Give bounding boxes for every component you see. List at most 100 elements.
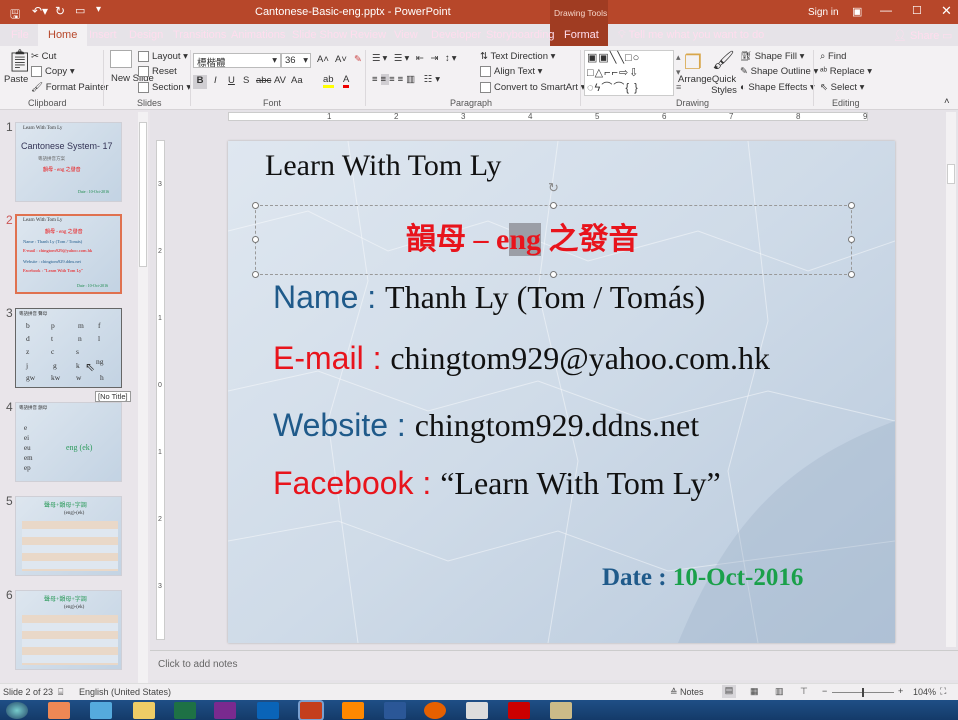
shadow-button[interactable]: S [243, 75, 249, 86]
scroll-thumb[interactable] [139, 122, 147, 267]
tab-home[interactable]: Home [38, 24, 88, 46]
date-line[interactable]: Date : 10-Oct-2016 [602, 564, 803, 592]
slide-sorter-icon[interactable]: ▦ [750, 686, 759, 697]
sign-in-link[interactable]: Sign in [808, 7, 839, 18]
slideshow-icon[interactable]: ⊤ [800, 686, 808, 697]
slide-thumbnail-6[interactable]: 聲母+韻母+字調 (eng)-(ek) [15, 590, 122, 670]
close-icon[interactable]: ✕ [941, 3, 952, 19]
website-line[interactable]: Website : chingtom929.ddns.net [273, 407, 699, 444]
underline-button[interactable]: U [228, 75, 235, 86]
quick-styles-icon[interactable]: 🖌︎ [712, 50, 735, 71]
tab-insert[interactable]: Insert [89, 29, 117, 41]
slide-thumbnail-4[interactable]: 粵語拼音 韻母 e ei eu em ep eng (ek) [15, 402, 122, 482]
tab-animations[interactable]: Animations [231, 29, 285, 41]
clear-formatting-icon[interactable]: ✎ [354, 54, 362, 65]
shapes-gallery[interactable]: ▣▣╲╲□○ □△⌐⌐⇨⇩ ◌ϟ⌒⌒{ } [584, 50, 674, 96]
arrange-button[interactable]: Arrange [678, 74, 712, 85]
collapse-ribbon-icon[interactable]: ˄ [944, 96, 950, 107]
powerpoint-icon[interactable] [300, 702, 322, 719]
list-buttons[interactable]: ☰▾ ☰▾ ⇤ ⇥ ↕▾ [372, 53, 459, 64]
reset-button[interactable]: Reset [138, 66, 177, 77]
normal-view-icon[interactable]: ▤ [722, 685, 736, 698]
tab-review[interactable]: Review [350, 29, 386, 41]
word-icon[interactable] [384, 702, 406, 719]
notepadpp-icon[interactable] [550, 702, 572, 719]
resize-handle[interactable] [252, 202, 259, 209]
firefox-icon[interactable] [424, 702, 446, 719]
convert-smartart-button[interactable]: Convert to SmartArt ▾ [480, 82, 585, 93]
slide-title[interactable]: Learn With Tom Ly [265, 149, 501, 183]
vlc-icon[interactable] [342, 702, 364, 719]
resize-handle[interactable] [252, 271, 259, 278]
undo-icon[interactable]: ↶▾ [32, 4, 48, 18]
tab-view[interactable]: View [394, 29, 418, 41]
tab-file[interactable]: File [11, 29, 29, 41]
tab-transitions[interactable]: Transitions [173, 29, 226, 41]
redo-icon[interactable]: ↻ [55, 4, 65, 18]
format-painter-button[interactable]: 🖌︎ Format Painter [31, 82, 109, 93]
ribbon-display-icon[interactable]: ▣ [852, 5, 862, 18]
select-button[interactable]: ⇖ Select ▾ [820, 82, 864, 93]
layout-button[interactable]: Layout ▾ [138, 51, 188, 62]
tab-slide-show[interactable]: Slide Show [292, 29, 347, 41]
tell-me-search[interactable]: 💡︎ Tell me what you want to do [618, 29, 764, 42]
name-line[interactable]: Name : Thanh Ly (Tom / Tomás) [273, 279, 705, 316]
quick-styles-button[interactable]: Quick Styles [709, 74, 739, 96]
slide-heading[interactable]: 韻母 – eng 之發音 [406, 214, 639, 258]
horizontal-ruler[interactable]: 1 2 3 4 5 6 7 8 9 [228, 112, 868, 121]
change-case-button[interactable]: Aa [291, 75, 303, 86]
minimize-icon[interactable]: — [880, 3, 892, 17]
font-color-icon[interactable]: A [343, 74, 350, 88]
font-name-select[interactable]: 標楷體 ▾ [193, 53, 281, 69]
decrease-font-icon[interactable]: A˅ [335, 54, 347, 65]
excel-icon[interactable] [174, 702, 196, 719]
section-button[interactable]: Section ▾ [138, 82, 191, 93]
alignment-buttons[interactable]: ≡≡≡≡▥ ☷▾ [372, 74, 443, 85]
rotate-handle-icon[interactable]: ↻ [548, 180, 559, 196]
start-slideshow-icon[interactable]: ▭ [75, 4, 85, 17]
highlight-icon[interactable]: ab [323, 74, 334, 88]
shape-outline-button[interactable]: ✎ Shape Outline ▾ [740, 66, 818, 77]
zoom-slider[interactable] [832, 688, 894, 697]
zoom-level[interactable]: 104% [913, 687, 936, 697]
cut-button[interactable]: ✂ Cut [31, 51, 56, 62]
bird-app-icon[interactable] [90, 702, 112, 719]
outlook-icon[interactable] [257, 702, 279, 719]
slide-thumbnail-1[interactable]: Learn With Tom Ly Cantonese System- 17 粵… [15, 122, 122, 202]
email-line[interactable]: E-mail : chingtom929@yahoo.com.hk [273, 340, 770, 377]
selected-textbox[interactable]: ↻ 韻母 – eng 之發音 [252, 180, 855, 278]
facebook-line[interactable]: Facebook : “Learn With Tom Ly” [273, 465, 721, 502]
scroll-thumb[interactable] [947, 164, 955, 184]
start-button-icon[interactable] [6, 702, 28, 719]
fit-to-window-icon[interactable]: ⛶ [940, 686, 946, 697]
reading-view-icon[interactable]: ▥ [775, 686, 784, 697]
notes-button[interactable]: ≙ Notes [670, 687, 704, 698]
replace-button[interactable]: ᵃᵇ Replace ▾ [820, 66, 872, 77]
zoom-in-button[interactable]: + [898, 686, 903, 696]
share-button[interactable]: 👤︎ Share [893, 29, 939, 42]
spell-check-icon[interactable]: ⌸ [58, 687, 63, 698]
comments-icon[interactable]: ▭ [942, 29, 952, 42]
vertical-ruler[interactable]: 3 2 1 0 1 2 3 [156, 140, 165, 640]
filezilla-icon[interactable] [508, 702, 530, 719]
slide-canvas[interactable]: Learn With Tom Ly ↻ 韻母 – eng 之發音 Name : … [228, 141, 895, 643]
resize-handle[interactable] [550, 202, 557, 209]
resize-handle[interactable] [848, 202, 855, 209]
slide-thumbnail-5[interactable]: 聲母+韻母+字調 (eng)-(ek) [15, 496, 122, 576]
thumbnails-scrollbar[interactable] [138, 112, 148, 683]
character-spacing-button[interactable]: AV [274, 75, 286, 86]
resize-handle[interactable] [550, 271, 557, 278]
tab-storyboarding[interactable]: Storyboarding [486, 29, 555, 41]
italic-button[interactable]: I [214, 75, 217, 86]
shape-fill-button[interactable]: ⛽︎ Shape Fill ▾ [740, 51, 804, 62]
customize-qat-icon[interactable]: ▾ [96, 4, 101, 15]
resize-handle[interactable] [848, 271, 855, 278]
notes-pane[interactable]: Click to add notes [150, 650, 958, 680]
resize-handle[interactable] [252, 236, 259, 243]
tab-design[interactable]: Design [129, 29, 163, 41]
slide-scrollbar[interactable] [946, 112, 956, 647]
text-direction-button[interactable]: ⇅ Text Direction ▾ [480, 51, 555, 62]
zoom-out-button[interactable]: − [822, 686, 827, 696]
file-icon[interactable] [466, 702, 488, 719]
onenote-icon[interactable] [214, 702, 236, 719]
